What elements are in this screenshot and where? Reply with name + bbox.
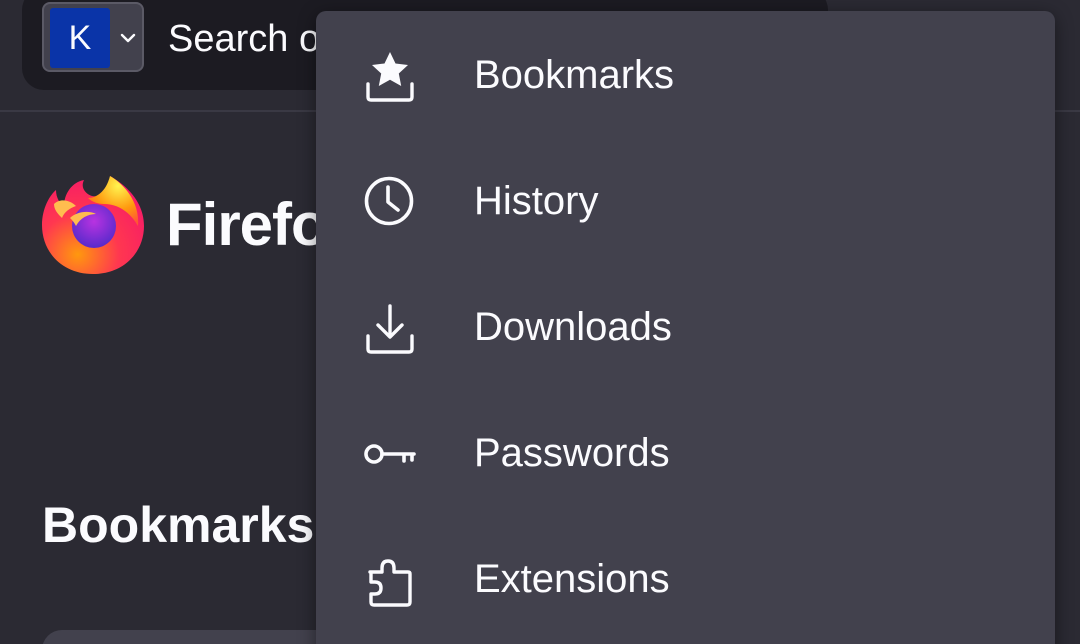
- firefox-logo-icon: [42, 176, 144, 274]
- menu-item-label: Downloads: [474, 305, 672, 349]
- menu-item-label: Passwords: [474, 431, 670, 475]
- search-engine-selector[interactable]: K: [42, 2, 144, 72]
- chevron-down-icon: [120, 33, 136, 43]
- menu-item-history[interactable]: History: [316, 139, 1055, 265]
- clock-icon: [364, 176, 414, 226]
- firefox-wordmark: Firefo: [166, 191, 328, 258]
- browser-window: K Search o Firefo Bookmarks Bookmarks Hi…: [0, 0, 1080, 644]
- download-icon: [366, 304, 414, 354]
- puzzle-icon: [368, 559, 412, 607]
- menu-item-extensions[interactable]: Extensions: [316, 517, 1055, 643]
- menu-item-label: Bookmarks: [474, 53, 675, 97]
- key-icon: [364, 444, 416, 464]
- section-title: Bookmarks: [42, 497, 315, 553]
- dropdown-menu: Bookmarks History Downloads Passwords Ex…: [316, 11, 1055, 644]
- menu-item-bookmarks[interactable]: Bookmarks: [316, 13, 1055, 139]
- menu-item-label: Extensions: [474, 557, 670, 601]
- search-engine-icon: K: [50, 8, 110, 68]
- menu-item-passwords[interactable]: Passwords: [316, 391, 1055, 517]
- menu-item-label: History: [474, 179, 599, 223]
- menu-item-downloads[interactable]: Downloads: [316, 265, 1055, 391]
- bookmark-tray-icon: [366, 52, 414, 102]
- search-input[interactable]: Search o: [168, 18, 320, 61]
